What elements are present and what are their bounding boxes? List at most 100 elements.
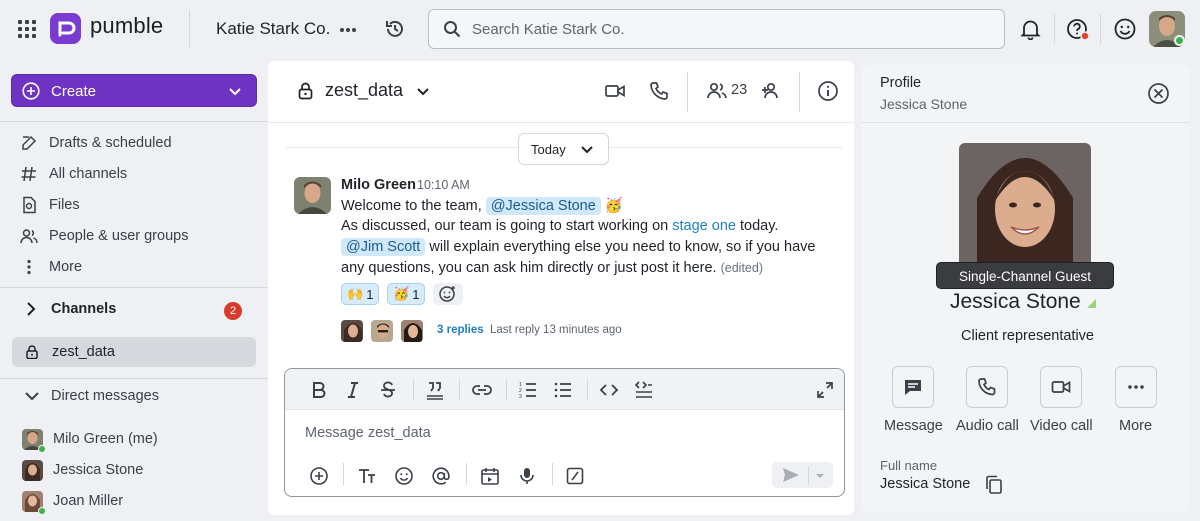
dm-item-label: Joan Miller <box>53 493 124 509</box>
divider <box>268 122 854 123</box>
history-icon[interactable] <box>384 18 406 40</box>
toolbar-separator <box>459 379 460 401</box>
online-status-dot <box>38 506 46 515</box>
emoji-icon[interactable] <box>394 466 414 486</box>
add-reaction-button[interactable] <box>433 283 463 305</box>
message-icon <box>905 380 921 395</box>
divider <box>189 10 190 48</box>
divider <box>1054 14 1055 44</box>
microphone-icon[interactable] <box>517 466 537 486</box>
reaction-count: 1 <box>366 286 374 302</box>
quote-icon[interactable] <box>425 380 445 400</box>
video-call-icon[interactable] <box>604 80 626 102</box>
code-block-icon[interactable] <box>634 380 654 400</box>
sidebar-item-label: All channels <box>49 166 128 182</box>
bold-icon[interactable] <box>309 380 329 400</box>
more-actions-button[interactable] <box>1115 366 1157 408</box>
divider <box>861 122 1190 123</box>
more-actions-label: More <box>1119 418 1153 434</box>
close-icon[interactable] <box>1147 82 1170 105</box>
channels-section-label: Channels <box>51 301 117 317</box>
bullet-list-icon[interactable] <box>553 380 573 400</box>
mention-icon[interactable] <box>431 466 451 486</box>
reaction-count: 1 <box>412 286 420 302</box>
sidebar-item-all-channels[interactable]: All channels <box>20 162 127 186</box>
plus-circle-icon[interactable] <box>309 466 329 486</box>
dm-item-joan-miller[interactable]: Joan Miller <box>22 490 124 515</box>
audio-call-label: Audio call <box>956 418 1019 434</box>
video-call-button[interactable] <box>1040 366 1082 408</box>
day-divider-button[interactable]: Today <box>518 133 609 165</box>
message-input[interactable]: Message zest_data <box>305 425 431 441</box>
divider <box>0 121 268 122</box>
sidebar-channel-zest-data[interactable]: zest_data <box>12 337 256 367</box>
code-icon[interactable] <box>599 380 619 400</box>
expand-icon[interactable] <box>815 380 835 400</box>
italic-icon[interactable] <box>343 380 363 400</box>
more-horizontal-icon <box>1128 385 1144 389</box>
lock-icon <box>298 82 313 100</box>
mention-jessica-stone[interactable]: @Jessica Stone <box>485 197 601 215</box>
workspace-name[interactable]: Katie Stark Co. <box>216 19 330 39</box>
reply-avatar <box>340 319 364 343</box>
info-icon[interactable] <box>817 80 839 102</box>
copy-icon[interactable] <box>985 475 1003 495</box>
search-bar[interactable]: Search Katie Stark Co. <box>428 9 1005 49</box>
member-count[interactable]: 23 <box>731 82 747 98</box>
send-button[interactable] <box>772 462 833 488</box>
sidebar-item-label: More <box>49 259 83 275</box>
reaction-party[interactable]: 🥳 1 <box>387 283 426 305</box>
phone-icon[interactable] <box>648 80 670 102</box>
chevron-down-icon[interactable] <box>814 472 826 480</box>
chevron-down-icon[interactable] <box>416 86 430 98</box>
sidebar-item-label: Files <box>49 197 80 213</box>
search-input[interactable]: Search Katie Stark Co. <box>472 21 625 38</box>
slash-command-icon[interactable] <box>565 466 585 486</box>
text-format-icon[interactable] <box>357 466 377 486</box>
workspace-more-icon[interactable] <box>338 20 358 40</box>
audio-call-button[interactable] <box>966 366 1008 408</box>
sidebar-item-more[interactable]: More <box>20 255 82 279</box>
strikethrough-icon[interactable] <box>378 380 398 400</box>
sidebar-item-people[interactable]: People & user groups <box>20 224 188 248</box>
add-member-icon[interactable] <box>760 80 782 102</box>
dm-item-milo-green[interactable]: Milo Green (me) <box>22 428 158 453</box>
status-emoji-icon[interactable] <box>1113 17 1137 41</box>
full-name-value: Jessica Stone <box>880 476 971 492</box>
video-call-label: Video call <box>1030 418 1093 434</box>
reaction-raised-hands[interactable]: 🙌 1 <box>341 283 380 305</box>
avatar <box>22 490 46 515</box>
mention-jim-scott[interactable]: @Jim Scott <box>341 238 426 256</box>
file-icon <box>23 196 36 214</box>
dm-item-jessica-stone[interactable]: Jessica Stone <box>22 459 143 481</box>
help-icon[interactable] <box>1066 17 1090 41</box>
link-icon[interactable] <box>472 380 492 400</box>
numbered-list-icon[interactable]: 123 <box>518 380 538 400</box>
app-logo-text: pumble <box>90 13 164 38</box>
sidebar-item-files[interactable]: Files <box>20 193 80 217</box>
divider <box>1100 14 1101 44</box>
schedule-icon[interactable] <box>480 466 500 486</box>
stage-one-link[interactable]: stage one <box>672 218 736 234</box>
video-call-icon <box>1051 381 1071 393</box>
channel-title[interactable]: zest_data <box>325 80 403 101</box>
message-action-button[interactable] <box>892 366 934 408</box>
app-grid-icon[interactable] <box>17 19 37 39</box>
toolbar-separator <box>343 463 344 485</box>
message-text: any questions, you can ask him directly … <box>341 260 717 276</box>
message-time: 10:10 AM <box>417 178 470 192</box>
create-button[interactable]: Create <box>11 74 257 107</box>
dm-section-toggle[interactable]: Direct messages <box>24 388 159 404</box>
party-emoji: 🥳 <box>604 198 623 214</box>
pencil-icon <box>22 135 37 150</box>
sidebar-item-drafts[interactable]: Drafts & scheduled <box>20 131 172 155</box>
members-icon[interactable] <box>706 80 728 102</box>
online-status-dot <box>38 444 46 453</box>
channels-section-toggle[interactable]: Channels <box>22 300 116 318</box>
profile-name: Jessica Stone <box>950 290 1081 313</box>
message-avatar[interactable] <box>294 177 331 214</box>
message-author[interactable]: Milo Green <box>341 177 416 193</box>
bell-icon[interactable] <box>1020 18 1041 40</box>
toolbar-separator <box>466 463 467 485</box>
thread-replies-link[interactable]: 3 replies <box>437 324 484 336</box>
